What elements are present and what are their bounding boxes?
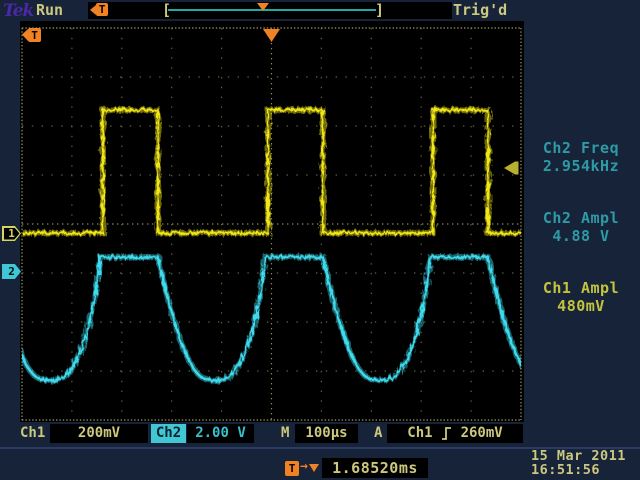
trigger-level-value: 260mV: [461, 424, 503, 443]
datetime-readout: 15 Mar 2011 16:51:56: [531, 449, 626, 477]
measurement-ch1-ampl: Ch1 Ampl 480mV: [522, 279, 640, 315]
measurement-label: Ch2 Ampl: [522, 209, 640, 227]
trigger-offscreen-indicator: T: [22, 28, 41, 42]
trigger-status: Trig'd: [453, 1, 507, 19]
ch1-ground-marker: 1: [2, 226, 21, 241]
measurement-label: Ch2 Freq: [522, 139, 640, 157]
trigger-readout: Ch1 260mV: [387, 424, 523, 443]
graticule-svg: T: [20, 21, 524, 422]
ch2-label-selected: Ch2: [151, 424, 186, 443]
measurement-value: 4.88 V: [522, 227, 640, 245]
time-value: 16:51:56: [531, 463, 626, 477]
record-bracket-right: ]: [375, 2, 384, 19]
ch2-scale-readout: 2.00 V: [187, 424, 254, 443]
bottom-info-row: T → 1.68520ms 15 Mar 2011 16:51:56: [0, 449, 640, 480]
rising-edge-icon: [442, 427, 452, 440]
waveform-screen: T: [20, 21, 524, 422]
ch1-label: Ch1: [20, 424, 45, 443]
left-arrow-icon: [22, 29, 28, 41]
trigger-source: Ch1: [407, 424, 432, 443]
bottom-status-bar: Ch1 200mV Ch2 2.00 V M 100µs A Ch1 260mV: [0, 422, 640, 449]
ch2-ground-marker: 2: [2, 264, 21, 279]
trigger-t-label: T: [31, 29, 38, 42]
oscilloscope-display: Tek Run T [ ] Trig'd: [0, 0, 640, 480]
graticule-grid: [22, 28, 521, 420]
tek-logo: Tek: [3, 1, 33, 21]
waveform-traces: [20, 110, 524, 381]
record-trigger-marker-icon: [257, 3, 269, 11]
date-value: 15 Mar 2011: [531, 449, 626, 463]
measurement-label: Ch1 Ampl: [522, 279, 640, 297]
trigger-level-arrow-icon: [504, 162, 519, 175]
record-view-bar: T [ ]: [88, 2, 452, 19]
delay-trigger-icon: T: [285, 461, 299, 476]
main-timebase-label: M: [281, 424, 289, 443]
delay-time-readout: 1.68520ms: [322, 458, 428, 478]
top-status-bar: Tek Run T [ ] Trig'd: [0, 0, 640, 21]
measurement-value: 480mV: [522, 297, 640, 315]
measurement-value: 2.954kHz: [522, 157, 640, 175]
timebase-readout: 100µs: [295, 424, 358, 443]
measurement-ch2-freq: Ch2 Freq 2.954kHz: [522, 139, 640, 175]
trigger-mode-label: A: [374, 424, 382, 443]
expansion-point-marker-icon: [263, 29, 280, 42]
right-arrow-icon: →: [300, 459, 308, 474]
measurement-ch2-ampl: Ch2 Ampl 4.88 V: [522, 209, 640, 245]
trigger-position-icon: T: [90, 3, 108, 16]
ch1-scale-readout: 200mV: [50, 424, 148, 443]
record-window-line: [168, 9, 376, 11]
down-triangle-icon: [309, 464, 319, 472]
acquisition-state: Run: [36, 1, 63, 19]
